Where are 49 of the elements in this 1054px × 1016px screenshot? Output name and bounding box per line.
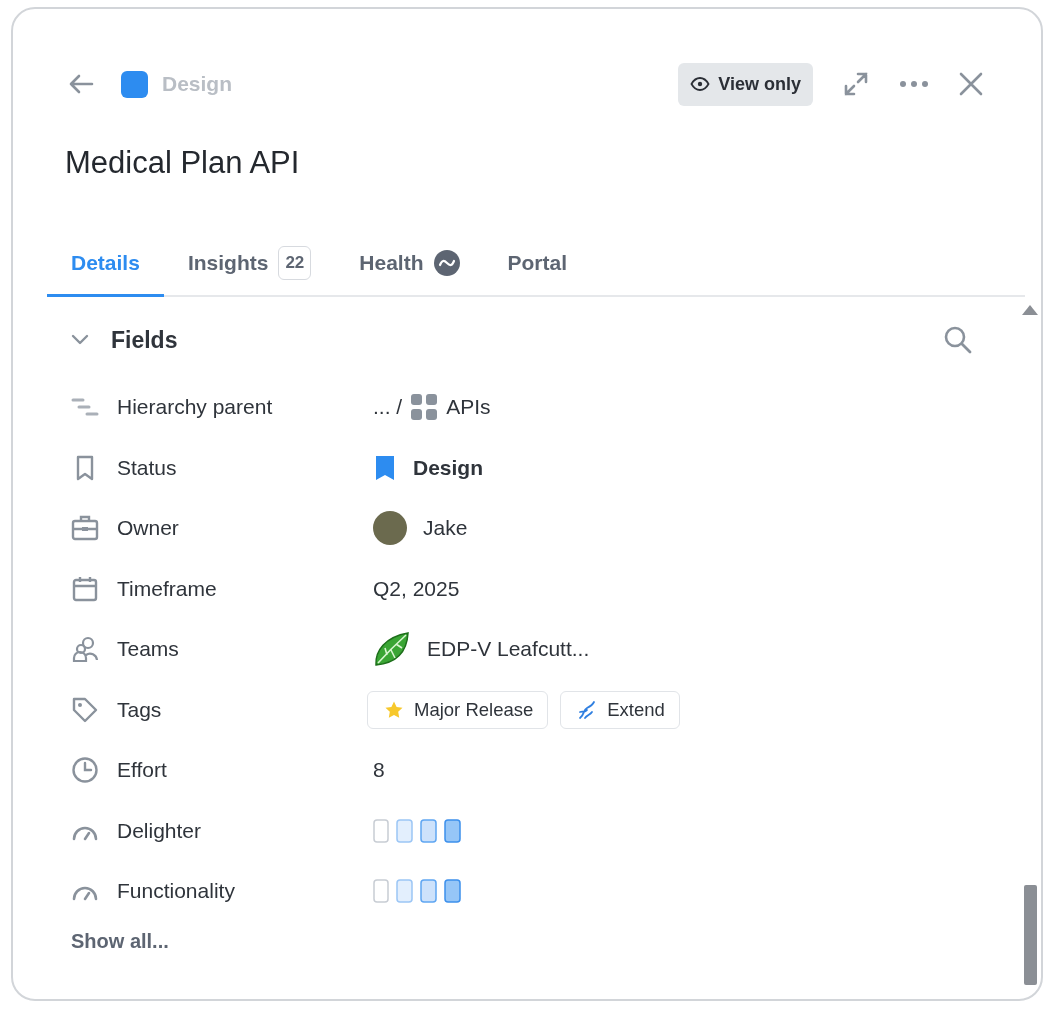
expand-icon[interactable] <box>843 71 869 97</box>
tab[interactable]: Details <box>47 231 164 297</box>
section-title: Fields <box>111 326 179 354</box>
show-all-link[interactable]: Show all... <box>71 929 169 953</box>
wave-icon <box>433 249 460 276</box>
scale-icon <box>373 879 461 904</box>
clock-icon <box>71 756 99 785</box>
field-label: Functionality <box>117 879 236 904</box>
tag-chip[interactable]: Major Release <box>367 690 549 729</box>
field-label: Delighter <box>117 818 203 843</box>
hierarchy-icon <box>71 396 99 419</box>
avatar <box>373 511 407 546</box>
calendar-icon <box>71 574 99 603</box>
eye-icon <box>690 76 711 92</box>
search-icon[interactable] <box>943 325 973 355</box>
field-label: Tags <box>117 697 163 722</box>
close-icon[interactable] <box>959 72 983 96</box>
briefcase-icon <box>71 514 99 543</box>
grid-icon <box>410 393 439 422</box>
count-badge: 22 <box>278 245 312 280</box>
people-icon <box>71 635 99 664</box>
tag-chip[interactable]: Extend <box>560 690 680 729</box>
chevron-down-icon[interactable] <box>71 334 89 346</box>
field-value: EDP-V Leafcutt... <box>427 637 590 662</box>
leaf-icon <box>373 631 411 668</box>
field-label: Status <box>117 455 178 480</box>
scale-icon <box>373 818 461 843</box>
back-arrow-icon[interactable] <box>67 72 95 96</box>
field-value: 8 <box>373 758 385 783</box>
tag-icon <box>71 695 99 724</box>
field-value: Q2, 2025 <box>373 576 460 601</box>
field-value: Design <box>413 455 483 480</box>
more-icon[interactable] <box>899 80 929 88</box>
tab[interactable]: Portal <box>483 231 591 297</box>
page-title: Medical Plan API <box>65 145 301 181</box>
parent-link[interactable]: APIs <box>446 395 491 420</box>
tab[interactable]: Health <box>335 231 484 297</box>
status-square-icon <box>121 70 148 98</box>
path-ellipsis: ... / <box>373 395 403 420</box>
field-label: Teams <box>117 637 180 662</box>
view-only-button[interactable]: View only <box>678 62 813 106</box>
field-label: Hierarchy parent <box>117 395 274 420</box>
field-value: Jake <box>423 516 468 541</box>
helix-icon <box>577 699 598 720</box>
field-label: Effort <box>117 758 168 783</box>
tab[interactable]: Insights 22 <box>163 231 336 297</box>
field-label: Owner <box>117 516 180 541</box>
field-label: Timeframe <box>117 576 218 601</box>
bookmark-icon <box>373 453 397 482</box>
